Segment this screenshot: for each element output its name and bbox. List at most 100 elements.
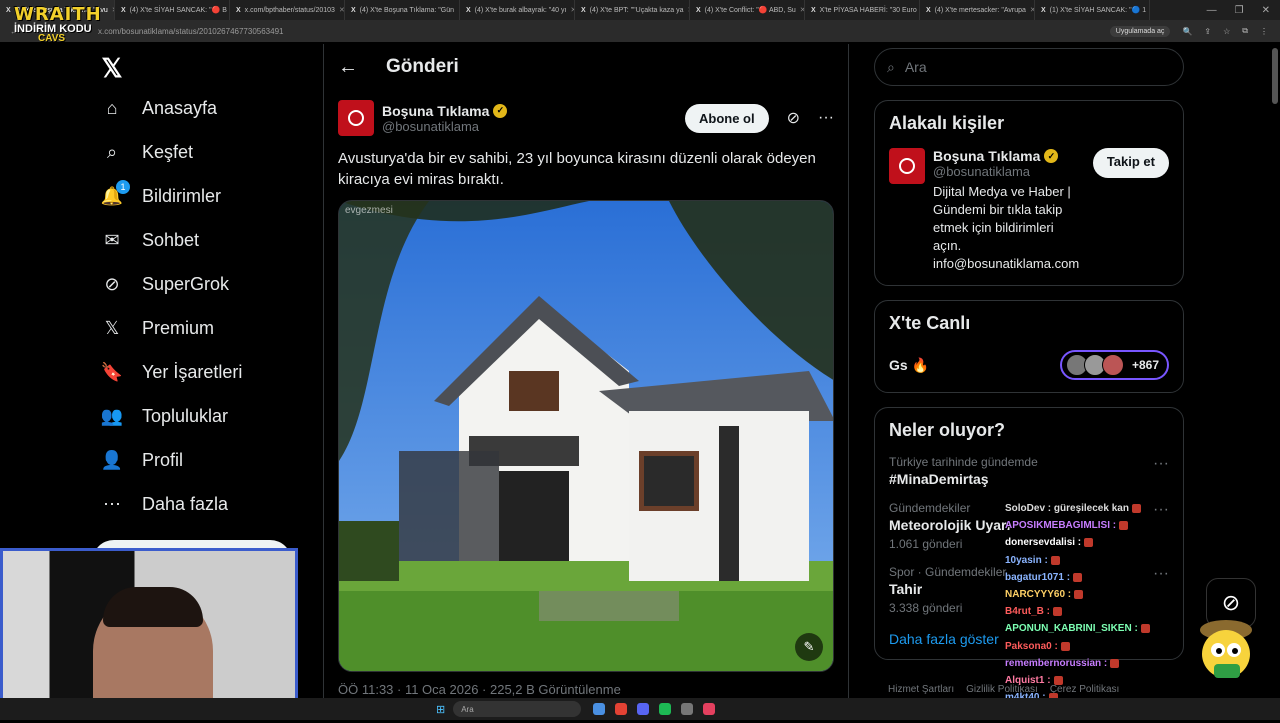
zoom-icon[interactable]: 🔍 [1182,27,1192,36]
tab-label: (4) X'te BPT: ""Uçakta kaza ya [590,7,684,14]
live-item-label[interactable]: Gs 🔥 [889,357,929,374]
author-row: Boşuna Tıklama ✓ @bosunatiklama Abone ol… [324,90,848,136]
browser-tab[interactable]: X(4) X'te Conflict: "🔴 ABD, Su✕ [690,0,805,20]
back-arrow-icon[interactable]: ← [338,56,358,79]
browser-tab[interactable]: X(4) X'te SİYAH SANCAK: "🔴 B✕ [115,0,230,20]
browser-tab[interactable]: Xx.com/bpthaber/status/20103✕ [230,0,345,20]
nav-item-premium[interactable]: 𝕏Premium [90,306,320,350]
taskbar-search[interactable]: Ara [453,701,581,717]
nav-item-supergrok[interactable]: ⊘SuperGrok [90,262,320,306]
profile-icon: 👤 [100,448,124,472]
author-handle[interactable]: @bosunatiklama [382,119,507,134]
chat-message: Alquist1 : [1005,672,1165,689]
browser-tab[interactable]: X(4) X'te Boşuna Tıklama: "Gün✕ [345,0,460,20]
open-in-app-button[interactable]: Uygulamada aç [1110,26,1171,37]
trend-item[interactable]: Türkiye tarihinde gündemde#MinaDemirtaş·… [889,455,1169,487]
chat-user: APOSIKMEBAGIMLISI : [1005,520,1116,531]
extensions-icon[interactable]: ⧉ [1242,26,1248,36]
avatar[interactable] [889,148,925,184]
x-favicon-icon: X [466,7,471,14]
file-explorer-icon[interactable] [593,703,605,715]
nav-item-daha-fazla[interactable]: ⋯Daha fazla [90,482,320,526]
discord-icon[interactable] [637,703,649,715]
chat-user: NARCYYY60 : [1005,589,1071,600]
x-logo-icon[interactable]: 𝕏 [90,50,134,86]
chat-message: APOSIKMEBAGIMLISI : [1005,517,1165,534]
person-handle[interactable]: @bosunatiklama [933,164,1085,179]
subscribe-button[interactable]: Abone ol [685,104,769,133]
nav-label: SuperGrok [142,274,229,295]
nav-item-anasayfa[interactable]: ⌂Anasayfa [90,86,320,130]
browser-tab[interactable]: XX'te PİYASA HABERİ: "30 Euro✕ [805,0,920,20]
nav-item-profil[interactable]: 👤 Profil [90,438,320,482]
person-name-row[interactable]: Boşuna Tıklama ✓ [933,148,1085,164]
author-name-row[interactable]: Boşuna Tıklama ✓ [382,103,507,119]
browser-tab[interactable]: X(4) X'te mertesacker: "Avrupa✕ [920,0,1035,20]
tab-close-icon[interactable]: ✕ [339,6,345,14]
follow-button[interactable]: Takip et [1093,148,1169,178]
chat-message: B4rut_B : [1005,603,1165,620]
live-item[interactable]: Gs 🔥 +867 [889,350,1169,380]
browser-menu-icon[interactable]: ⋮ [1260,27,1268,36]
left-navigation: 𝕏 ⌂Anasayfa⌕Keşfet🔔1Bildirimler✉Sohbet⊘S… [90,50,320,526]
chat-user: donersevdalisi : [1005,537,1081,548]
logo-mark-icon [899,158,915,174]
windows-start-icon[interactable]: ⊞ [436,703,445,716]
author-name[interactable]: Boşuna Tıklama [382,103,489,119]
browser-tab[interactable]: X(1) X'te SİYAH SANCAK: "🔵 1✕ [1035,0,1150,20]
person-name[interactable]: Boşuna Tıklama [933,148,1040,164]
spotify-icon[interactable] [659,703,671,715]
tab-label: (4) X'te Boşuna Tıklama: "Gün [360,7,454,14]
obs-icon[interactable] [681,703,693,715]
nav-item-bildirimler[interactable]: 🔔1Bildirimler [90,174,320,218]
live-listeners-pill[interactable]: +867 [1060,350,1169,380]
emote-icon [1051,556,1060,565]
tab-label: x.com/bpthaber/status/20103 [245,7,335,14]
bell-icon: 🔔1 [100,184,124,208]
chrome-icon[interactable] [615,703,627,715]
related-people-card: Alakalı kişiler Boşuna Tıklama ✓ @bosuna… [874,100,1184,286]
page-scrollbar[interactable] [1272,48,1278,104]
browser-tab[interactable]: X(4) X'te burak albayrak: "40 yı✕ [460,0,575,20]
search-icon: ⌕ [887,59,895,76]
nav-label: Profil [142,450,183,471]
minimize-icon[interactable]: — [1207,5,1217,16]
stream-sponsor-overlay: WRAITH İNDİRİM KODU CAVS [14,4,104,54]
nav-item-sohbet[interactable]: ✉Sohbet [90,218,320,262]
nav-item-topluluklar[interactable]: 👥Topluluklar [90,394,320,438]
communities-icon: 👥 [100,404,124,428]
verified-badge-icon: ✓ [493,104,507,118]
home-icon: ⌂ [100,96,124,120]
post-image[interactable]: evgezmesi ✎ [338,200,834,672]
chat-user: remembernorussian : [1005,658,1107,669]
nav-item-yer-i-aretleri[interactable]: 🔖Yer İşaretleri [90,350,320,394]
x-favicon-icon: X [351,7,356,14]
close-window-icon[interactable]: ✕ [1262,5,1270,16]
stream-chat: SoloDev : güreşilecek kanAPOSIKMEBAGIMLI… [1005,500,1165,723]
sponsor-brand: WRAITH [14,4,104,25]
footer-link[interactable]: Hizmet Şartları [888,684,954,695]
avatar[interactable] [338,100,374,136]
nav-item-ke-fet[interactable]: ⌕Keşfet [90,130,320,174]
browser-tab[interactable]: X(4) X'te BPT: ""Uçakta kaza ya✕ [575,0,690,20]
grok-image-icon[interactable]: ✎ [795,633,823,661]
app-icon[interactable] [703,703,715,715]
url-text[interactable]: x.com/bosunatiklama/status/2010267467730… [98,27,283,36]
tab-label: X'te PİYASA HABERİ: "30 Euro [820,7,917,14]
grok-icon[interactable]: ⊘ [787,108,800,128]
chat-message: NARCYYY60 : [1005,586,1165,603]
restore-icon[interactable]: ❐ [1235,5,1244,16]
chat-user: B4rut_B : [1005,606,1050,617]
tab-label: (4) X'te burak albayrak: "40 yı [475,7,567,14]
more-options-icon[interactable]: ··· [1153,455,1169,473]
chat-user: Paksona0 : [1005,641,1058,652]
more-options-icon[interactable]: ··· [818,109,834,127]
related-person[interactable]: Boşuna Tıklama ✓ @bosunatiklama Dijital … [889,148,1169,273]
star-icon[interactable]: ☆ [1223,27,1230,36]
webcam-overlay [0,548,298,720]
share-icon[interactable]: ⇪ [1204,27,1211,36]
house-photo [339,201,834,672]
emote-icon [1073,573,1082,582]
search-input[interactable]: ⌕ Ara [874,48,1184,86]
chat-user: Alquist1 : [1005,675,1051,686]
